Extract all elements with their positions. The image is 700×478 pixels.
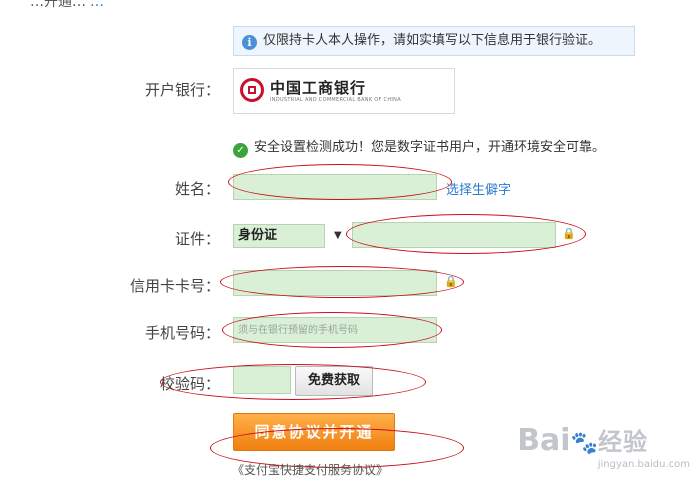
watermark-brand: Bai (517, 423, 571, 458)
lock-icon: 🔒 (444, 275, 458, 288)
header-cut-label: …开通… (30, 0, 86, 10)
chevron-down-icon[interactable]: ▼ (334, 230, 342, 241)
card-label: 信用卡卡号： (129, 277, 220, 295)
id-type-select[interactable]: 身份证 (233, 224, 325, 248)
watermark-brand-suffix: 经验 (598, 428, 648, 456)
code-label: 校验码： (159, 375, 220, 393)
id-label: 证件： (174, 230, 220, 248)
check-icon: ✓ (233, 143, 248, 158)
agree-and-activate-button[interactable]: 同意协议并开通 (233, 413, 395, 451)
watermark-url: jingyan.baidu.com (597, 459, 690, 470)
paw-icon: 🐾 (570, 431, 598, 456)
id-number-input[interactable] (352, 222, 556, 248)
name-label: 姓名： (174, 180, 220, 198)
bank-name: 中国工商银行 (270, 79, 367, 97)
baidu-watermark: Bai🐾经验 (517, 422, 648, 458)
security-text: 安全设置检测成功！您是数字证书用户，开通环境安全可靠。 (254, 140, 606, 155)
card-number-input[interactable] (233, 270, 437, 296)
info-icon: i (242, 35, 257, 50)
id-type-value: 身份证 (238, 228, 278, 243)
header-cut-text: …开通… … (30, 0, 104, 11)
notice-text: 仅限持卡人本人操作，请如实填写以下信息用于银行验证。 (263, 33, 602, 48)
notice-bar: i 仅限持卡人本人操作，请如实填写以下信息用于银行验证。 (233, 26, 635, 56)
bank-display: 中国工商银行 INDUSTRIAL AND COMMERCIAL BANK OF… (233, 68, 455, 114)
get-code-button[interactable]: 免费获取 (295, 366, 373, 396)
bank-label: 开户银行： (144, 81, 220, 99)
phone-label: 手机号码： (144, 324, 220, 342)
phone-input[interactable]: 须与在银行预留的手机号码 (233, 317, 437, 343)
choose-rare-char-link[interactable]: 选择生僻字 (446, 179, 511, 198)
bank-name-english: INDUSTRIAL AND COMMERCIAL BANK OF CHINA (270, 97, 401, 103)
phone-placeholder: 须与在银行预留的手机号码 (238, 325, 358, 336)
verification-code-input[interactable] (233, 366, 291, 394)
header-cut-link[interactable]: … (90, 0, 104, 10)
security-check-message: ✓ 安全设置检测成功！您是数字证书用户，开通环境安全可靠。 (233, 136, 605, 158)
name-input[interactable] (233, 174, 437, 200)
icbc-logo-icon (240, 78, 264, 102)
lock-icon: 🔒 (562, 227, 576, 240)
